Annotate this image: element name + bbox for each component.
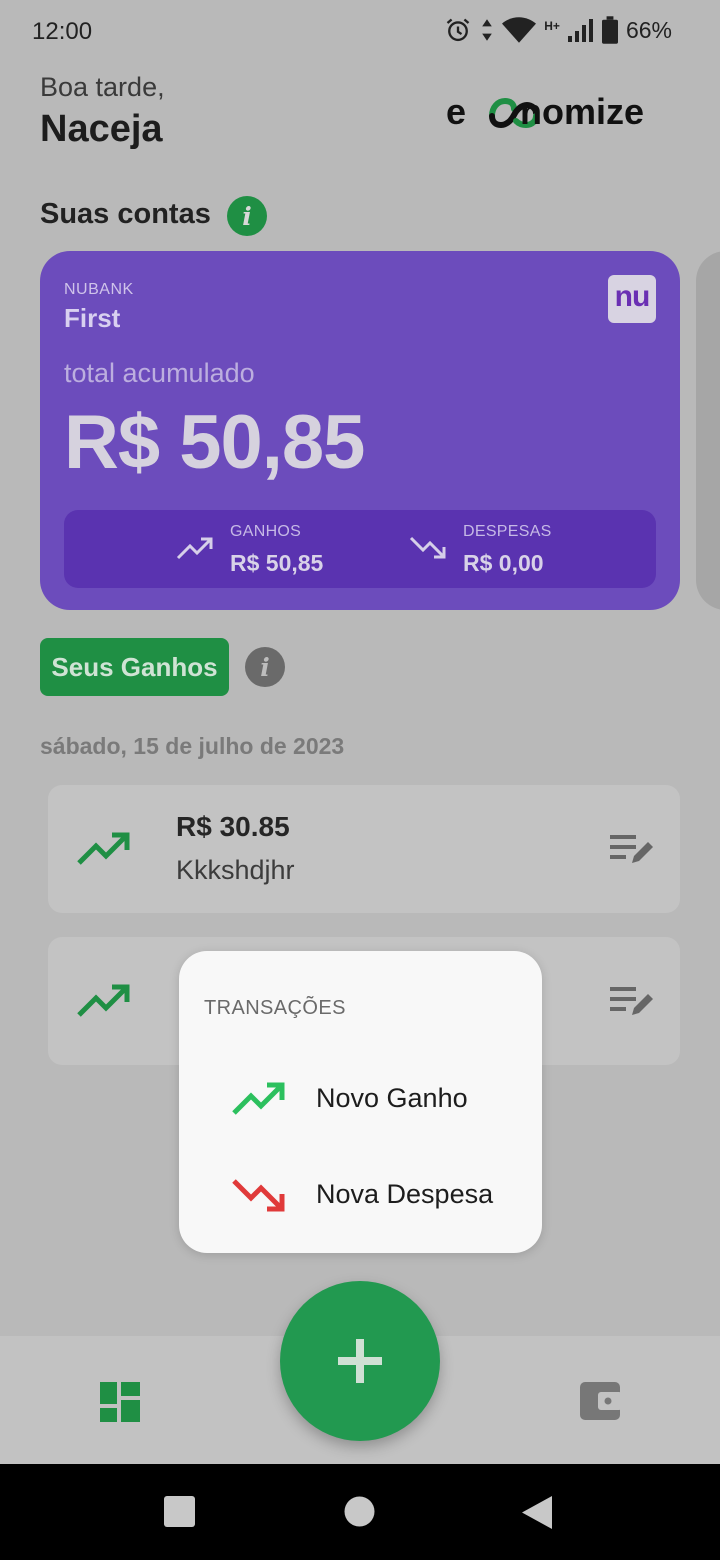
home-button-icon[interactable] <box>344 1496 375 1527</box>
gains-value: R$ 50,85 <box>230 550 324 576</box>
total-value: R$ 50,85 <box>64 400 365 485</box>
alarm-icon <box>447 18 470 42</box>
back-button-icon[interactable] <box>522 1496 554 1529</box>
status-time: 12:00 <box>32 18 93 45</box>
next-account-card-peek[interactable] <box>696 251 720 610</box>
network-hplus-icon: H+ <box>544 19 560 33</box>
wifi-icon <box>502 17 537 43</box>
accounts-section-title: Suas contas <box>40 198 211 230</box>
transactions-popup-menu: TRANSAÇÕES Novo Ganho Nova Despesa <box>179 951 542 1253</box>
new-expense-label: Nova Despesa <box>316 1179 494 1209</box>
account-summary: GANHOS R$ 50,85 DESPESAS R$ 0,00 <box>64 510 656 588</box>
edit-note-icon[interactable] <box>610 985 654 1019</box>
account-card[interactable]: NUBANK First nu total acumulado R$ 50,85… <box>40 251 680 610</box>
signal-icon <box>567 19 593 42</box>
data-arrows-icon <box>482 19 493 41</box>
transaction-item[interactable]: R$ 30.85 Kkkshdjhr <box>48 785 680 913</box>
expenses-value: R$ 0,00 <box>463 550 544 576</box>
user-name: Naceja <box>40 108 163 150</box>
trending-up-icon <box>232 1082 285 1115</box>
trending-down-icon <box>409 536 446 559</box>
bank-name: NUBANK <box>64 281 134 298</box>
bank-logo-text: nu <box>614 280 651 313</box>
date-heading: sábado, 15 de julho de 2023 <box>40 733 345 759</box>
gains-label: GANHOS <box>230 523 302 540</box>
account-name: First <box>64 303 121 333</box>
transaction-description: Kkkshdjhr <box>176 855 295 885</box>
plus-icon <box>338 1339 382 1383</box>
logo-text-end: nomize <box>520 91 644 132</box>
trending-down-icon <box>232 1179 285 1212</box>
status-icons: H+ 66% <box>444 16 672 44</box>
trending-up-icon <box>77 984 130 1017</box>
gains-filter-chip[interactable]: Seus Ganhos <box>40 638 229 696</box>
logo-text-start: e <box>446 91 466 132</box>
expenses-label: DESPESAS <box>463 523 552 540</box>
battery-percent: 66% <box>625 16 672 43</box>
new-gain-label: Novo Ganho <box>316 1083 468 1113</box>
accounts-info-icon[interactable]: i <box>227 196 267 236</box>
battery-icon <box>601 16 618 44</box>
transaction-amount: R$ 30.85 <box>176 811 290 842</box>
recents-button-icon[interactable] <box>164 1496 195 1527</box>
gains-info-icon[interactable]: i <box>245 647 285 687</box>
economize-logo: e nomize <box>446 90 656 134</box>
edit-note-icon[interactable] <box>610 833 654 867</box>
status-bar: 12:00 H+ 66% <box>0 0 720 64</box>
total-label: total acumulado <box>64 358 255 388</box>
wallet-icon[interactable] <box>580 1382 622 1420</box>
system-navigation-bar <box>0 1464 720 1560</box>
popup-title: TRANSAÇÕES <box>204 997 346 1019</box>
add-transaction-button[interactable] <box>280 1281 440 1441</box>
trending-up-icon <box>176 537 213 560</box>
new-gain-option[interactable]: Novo Ganho <box>179 1061 542 1133</box>
new-expense-option[interactable]: Nova Despesa <box>179 1157 542 1229</box>
nubank-logo-icon: nu <box>608 275 656 323</box>
dashboard-icon[interactable] <box>100 1382 140 1422</box>
greeting-text: Boa tarde, <box>40 72 165 102</box>
trending-up-icon <box>77 832 130 865</box>
